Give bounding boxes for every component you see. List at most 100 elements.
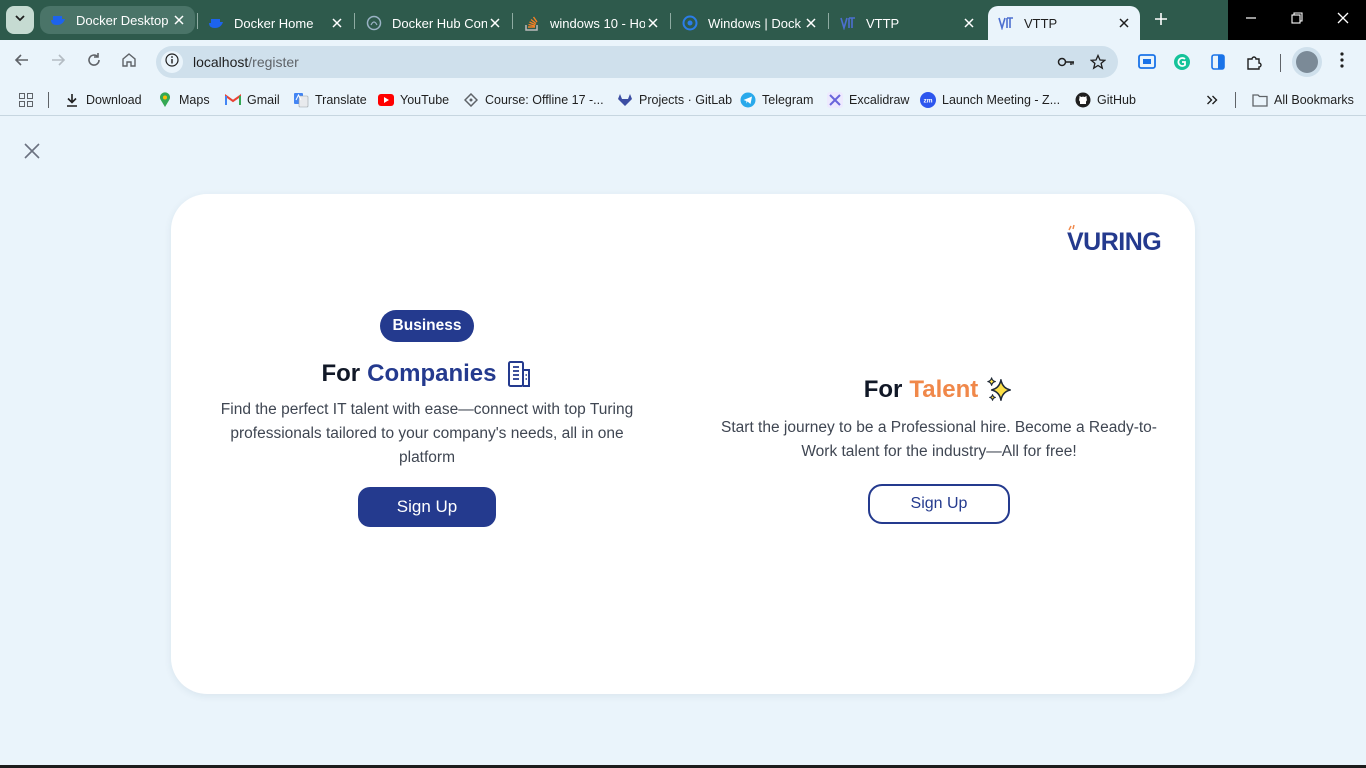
tab-title: VTTP — [866, 15, 900, 31]
bookmark-zoom[interactable]: zm Launch Meeting - Z... — [920, 90, 1060, 110]
tab-title: VTTP — [1024, 15, 1058, 31]
bookmark-translate[interactable]: Translate — [293, 90, 367, 110]
heading-prefix: For — [863, 376, 903, 403]
apps-button[interactable] — [18, 90, 40, 110]
companies-description: Find the perfect IT talent with ease—con… — [220, 401, 634, 466]
close-icon[interactable] — [803, 15, 819, 31]
menu-button[interactable] — [1328, 48, 1356, 76]
folder-icon — [1252, 92, 1268, 108]
extensions-puzzle-icon[interactable] — [1242, 50, 1266, 74]
close-icon[interactable] — [487, 15, 503, 31]
extension-cast-icon[interactable] — [1135, 50, 1159, 74]
gitlab-icon — [617, 92, 633, 108]
close-icon — [24, 142, 40, 164]
close-icon[interactable] — [961, 15, 977, 31]
bookmark-telegram[interactable]: Telegram — [740, 90, 813, 110]
course-icon — [463, 92, 479, 108]
bookmark-label: YouTube — [400, 93, 450, 107]
tab-title: Docker Home — [234, 15, 314, 31]
close-window-button[interactable] — [1320, 0, 1366, 40]
companies-section: Business For Companies Find the perfect … — [209, 310, 645, 527]
tab-docker-hub[interactable]: Docker Hub Con — [356, 6, 511, 40]
tab-title: windows 10 - Ho — [550, 15, 645, 31]
close-icon[interactable] — [1116, 15, 1132, 31]
profile-avatar[interactable] — [1292, 47, 1322, 77]
bookmarks-separator — [48, 92, 49, 108]
tab-windows-docker[interactable]: Windows | Dock — [672, 6, 827, 40]
clipboard-extension-icon[interactable] — [1206, 50, 1230, 74]
bookmark-label: Excalidraw — [849, 93, 910, 107]
zoom-icon: zm — [920, 92, 936, 108]
bookmarks-overflow-button[interactable] — [1204, 90, 1226, 110]
reload-button[interactable] — [80, 48, 108, 76]
youtube-icon — [378, 92, 394, 108]
bookmark-label: Translate — [315, 93, 367, 107]
tab-vttp-active[interactable]: VTTP — [988, 6, 1140, 40]
telegram-icon — [740, 92, 756, 108]
grammarly-icon[interactable] — [1170, 50, 1194, 74]
url-text[interactable]: localhost/register — [193, 54, 1054, 70]
sparkles-icon — [986, 375, 1014, 405]
heading-accent: Companies — [367, 360, 497, 387]
logo-text: VURING — [1067, 228, 1161, 254]
key-icon[interactable] — [1054, 50, 1078, 74]
talent-heading: For Talent — [719, 372, 1159, 408]
bookmark-download[interactable]: Download — [64, 90, 142, 110]
globe-icon — [682, 15, 698, 31]
bookmark-label: Telegram — [762, 93, 814, 107]
star-icon[interactable] — [1086, 50, 1110, 74]
bookmark-gmail[interactable]: Gmail — [225, 90, 280, 110]
tab-windows-10[interactable]: windows 10 - Ho — [514, 6, 669, 40]
vttp-logo-icon — [840, 15, 856, 31]
site-info-button[interactable] — [161, 51, 183, 73]
bookmark-label: GitHub — [1097, 93, 1136, 107]
arrow-left-icon — [14, 52, 30, 73]
vttp-logo-icon — [998, 15, 1014, 31]
tab-strip: Docker Desktop Docker Home Docker Hub Co… — [0, 0, 1366, 40]
tab-separator — [670, 13, 671, 29]
bookmark-label: Download — [86, 93, 142, 107]
tab-title: Docker Hub Con — [392, 15, 487, 31]
home-button[interactable] — [115, 48, 143, 76]
bookmark-label: Maps — [179, 93, 210, 107]
address-bar[interactable]: localhost/register — [156, 46, 1118, 78]
close-icon[interactable] — [171, 12, 187, 28]
tab-docker-desktop[interactable]: Docker Desktop — [40, 6, 195, 34]
heading-accent: Talent — [909, 376, 979, 403]
register-card: VURING Business For Companies Find the p… — [171, 194, 1195, 694]
bookmark-maps[interactable]: Maps — [157, 90, 210, 110]
tab-separator — [828, 13, 829, 29]
svg-text:zm: zm — [923, 98, 932, 105]
tab-search-button[interactable] — [6, 6, 34, 34]
download-icon — [64, 92, 80, 108]
heading-prefix: For — [321, 360, 361, 387]
docker-icon — [208, 15, 224, 31]
bookmark-excalidraw[interactable]: Excalidraw — [827, 90, 909, 110]
talent-sign-up-button[interactable]: Sign Up — [868, 484, 1010, 524]
bookmark-course[interactable]: Course: Offline 17 -... — [463, 90, 604, 110]
home-icon — [121, 52, 137, 73]
bookmark-youtube[interactable]: YouTube — [378, 90, 449, 110]
reload-icon — [86, 52, 102, 73]
close-page-button[interactable] — [22, 142, 42, 164]
all-bookmarks-button[interactable]: All Bookmarks — [1252, 90, 1354, 110]
tab-docker-home[interactable]: Docker Home — [198, 6, 353, 40]
close-icon[interactable] — [329, 15, 345, 31]
talent-description: Start the journey to be a Professional h… — [721, 419, 1157, 460]
new-tab-button[interactable] — [1148, 8, 1174, 34]
tab-title: Windows | Dock — [708, 15, 801, 31]
companies-heading: For Companies — [209, 356, 645, 392]
back-button[interactable] — [8, 48, 36, 76]
tab-vttp[interactable]: VTTP — [830, 6, 985, 40]
bookmark-gitlab[interactable]: Projects · GitLab — [617, 90, 732, 110]
restore-button[interactable] — [1274, 0, 1320, 40]
tab-separator — [512, 13, 513, 29]
apps-grid-icon — [18, 92, 34, 108]
bookmark-label: Launch Meeting - Z... — [942, 93, 1061, 107]
bookmark-github[interactable]: GitHub — [1075, 90, 1136, 110]
browser-toolbar: localhost/register — [0, 40, 1366, 84]
close-icon[interactable] — [645, 15, 661, 31]
companies-sign-up-button[interactable]: Sign Up — [358, 487, 496, 527]
forward-button[interactable] — [44, 48, 72, 76]
minimize-button[interactable] — [1228, 0, 1274, 40]
